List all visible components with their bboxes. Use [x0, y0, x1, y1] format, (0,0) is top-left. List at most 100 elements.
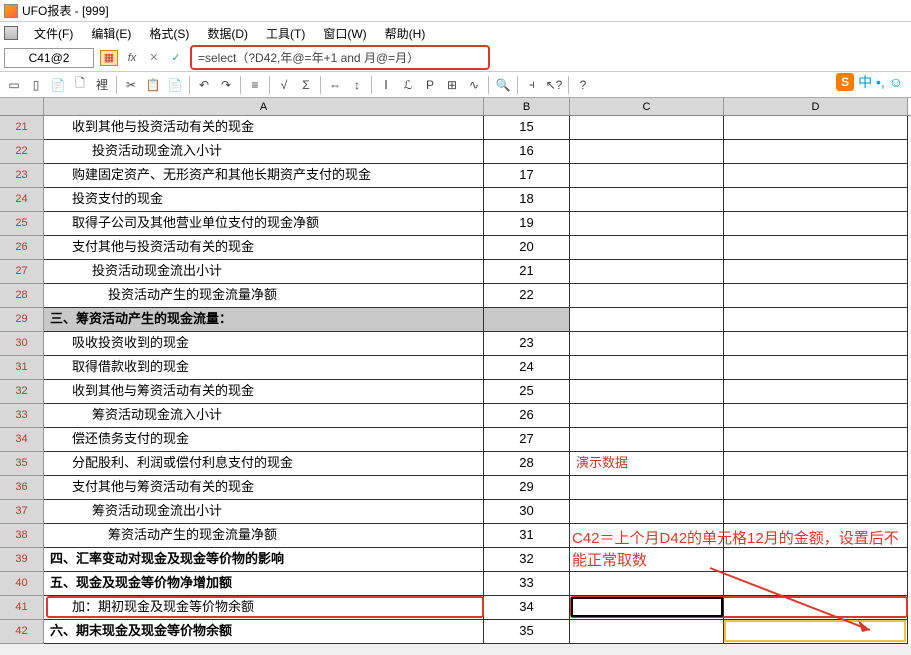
cell-b[interactable]: 16: [484, 140, 570, 164]
toolbar-button[interactable]: ✂: [121, 75, 141, 95]
cell-d[interactable]: [724, 596, 908, 620]
row-header[interactable]: 39: [0, 548, 44, 572]
percent-icon[interactable]: ▦: [100, 50, 118, 66]
cell-b[interactable]: 27: [484, 428, 570, 452]
row-header[interactable]: 36: [0, 476, 44, 500]
cell-a[interactable]: 购建固定资产、无形资产和其他长期资产支付的现金: [44, 164, 484, 188]
toolbar-button[interactable]: 📋: [143, 75, 163, 95]
cell-d[interactable]: [724, 212, 908, 236]
cell-c[interactable]: [570, 572, 724, 596]
cell-c[interactable]: [570, 524, 724, 548]
toolbar-button[interactable]: 🔍: [493, 75, 513, 95]
row-header[interactable]: 24: [0, 188, 44, 212]
cell-c[interactable]: 演示数据: [570, 452, 724, 476]
cell-a[interactable]: 投资活动产生的现金流量净额: [44, 284, 484, 308]
row-header[interactable]: 42: [0, 620, 44, 644]
toolbar-button[interactable]: Ρ: [420, 75, 440, 95]
toolbar-button[interactable]: ↷: [216, 75, 236, 95]
cell-b[interactable]: 32: [484, 548, 570, 572]
row-header[interactable]: 35: [0, 452, 44, 476]
cell-a[interactable]: 筹资活动现金流入小计: [44, 404, 484, 428]
row-header[interactable]: 27: [0, 260, 44, 284]
toolbar-button[interactable]: ℒ: [398, 75, 418, 95]
cell-b[interactable]: 34: [484, 596, 570, 620]
menu-tool[interactable]: 工具(T): [258, 23, 313, 44]
cell-c[interactable]: [570, 620, 724, 644]
cell-a[interactable]: 收到其他与筹资活动有关的现金: [44, 380, 484, 404]
toolbar-button[interactable]: ?: [573, 75, 593, 95]
cell-c[interactable]: [570, 140, 724, 164]
cell-b[interactable]: 19: [484, 212, 570, 236]
menu-file[interactable]: 文件(F): [26, 23, 81, 44]
cell-d[interactable]: [724, 188, 908, 212]
cancel-icon[interactable]: ✕: [146, 50, 162, 66]
cell-b[interactable]: 24: [484, 356, 570, 380]
cell-d[interactable]: [724, 236, 908, 260]
cell-b[interactable]: 31: [484, 524, 570, 548]
cell-c[interactable]: [570, 476, 724, 500]
menu-edit[interactable]: 编辑(E): [83, 23, 139, 44]
cell-reference[interactable]: C41@2: [4, 48, 94, 68]
cell-b[interactable]: 33: [484, 572, 570, 596]
cell-a[interactable]: 取得子公司及其他营业单位支付的现金净额: [44, 212, 484, 236]
cell-c[interactable]: [570, 188, 724, 212]
cell-c[interactable]: [570, 284, 724, 308]
cell-b[interactable]: [484, 308, 570, 332]
cell-a[interactable]: 四、汇率变动对现金及现金等价物的影响: [44, 548, 484, 572]
cell-b[interactable]: 26: [484, 404, 570, 428]
row-header[interactable]: 31: [0, 356, 44, 380]
toolbar-button[interactable]: Ⅰ: [376, 75, 396, 95]
cell-b[interactable]: 25: [484, 380, 570, 404]
cell-b[interactable]: 35: [484, 620, 570, 644]
row-header[interactable]: 34: [0, 428, 44, 452]
cell-d[interactable]: [724, 620, 908, 644]
cell-b[interactable]: 21: [484, 260, 570, 284]
row-header[interactable]: 25: [0, 212, 44, 236]
cell-d[interactable]: [724, 476, 908, 500]
cell-d[interactable]: [724, 500, 908, 524]
row-header[interactable]: 30: [0, 332, 44, 356]
cell-b[interactable]: 15: [484, 116, 570, 140]
cell-d[interactable]: [724, 332, 908, 356]
cell-a[interactable]: 投资活动现金流入小计: [44, 140, 484, 164]
row-header[interactable]: 29: [0, 308, 44, 332]
cell-d[interactable]: [724, 308, 908, 332]
row-header[interactable]: 28: [0, 284, 44, 308]
menu-window[interactable]: 窗口(W): [315, 23, 374, 44]
cell-a[interactable]: 取得借款收到的现金: [44, 356, 484, 380]
confirm-icon[interactable]: ✓: [168, 50, 184, 66]
fx-icon[interactable]: fx: [124, 50, 140, 66]
cell-c[interactable]: [570, 428, 724, 452]
cell-b[interactable]: 23: [484, 332, 570, 356]
cell-b[interactable]: 30: [484, 500, 570, 524]
toolbar-button[interactable]: ∿: [464, 75, 484, 95]
cell-d[interactable]: [724, 452, 908, 476]
cell-b[interactable]: 22: [484, 284, 570, 308]
corner-cell[interactable]: [0, 98, 44, 115]
row-header[interactable]: 33: [0, 404, 44, 428]
cell-d[interactable]: [724, 404, 908, 428]
cell-c[interactable]: [570, 356, 724, 380]
cell-a[interactable]: 分配股利、利润或偿付利息支付的现金: [44, 452, 484, 476]
cell-c[interactable]: [570, 236, 724, 260]
menu-help[interactable]: 帮助(H): [377, 23, 434, 44]
row-header[interactable]: 22: [0, 140, 44, 164]
toolbar-button[interactable]: 📄: [48, 75, 68, 95]
row-header[interactable]: 38: [0, 524, 44, 548]
row-header[interactable]: 40: [0, 572, 44, 596]
cell-d[interactable]: [724, 548, 908, 572]
toolbar-button[interactable]: ▭: [4, 75, 24, 95]
row-header[interactable]: 23: [0, 164, 44, 188]
toolbar-button[interactable]: ▯: [26, 75, 46, 95]
cell-a[interactable]: 六、期末现金及现金等价物余额: [44, 620, 484, 644]
cell-d[interactable]: [724, 524, 908, 548]
toolbar-button[interactable]: ↖?: [544, 75, 564, 95]
cell-a[interactable]: 投资支付的现金: [44, 188, 484, 212]
toolbar-button[interactable]: ≡: [245, 75, 265, 95]
cell-c[interactable]: [570, 404, 724, 428]
toolbar-button[interactable]: 📄: [165, 75, 185, 95]
cell-b[interactable]: 20: [484, 236, 570, 260]
cell-c[interactable]: [570, 212, 724, 236]
toolbar-button[interactable]: ⇔: [325, 75, 345, 95]
cell-d[interactable]: [724, 380, 908, 404]
